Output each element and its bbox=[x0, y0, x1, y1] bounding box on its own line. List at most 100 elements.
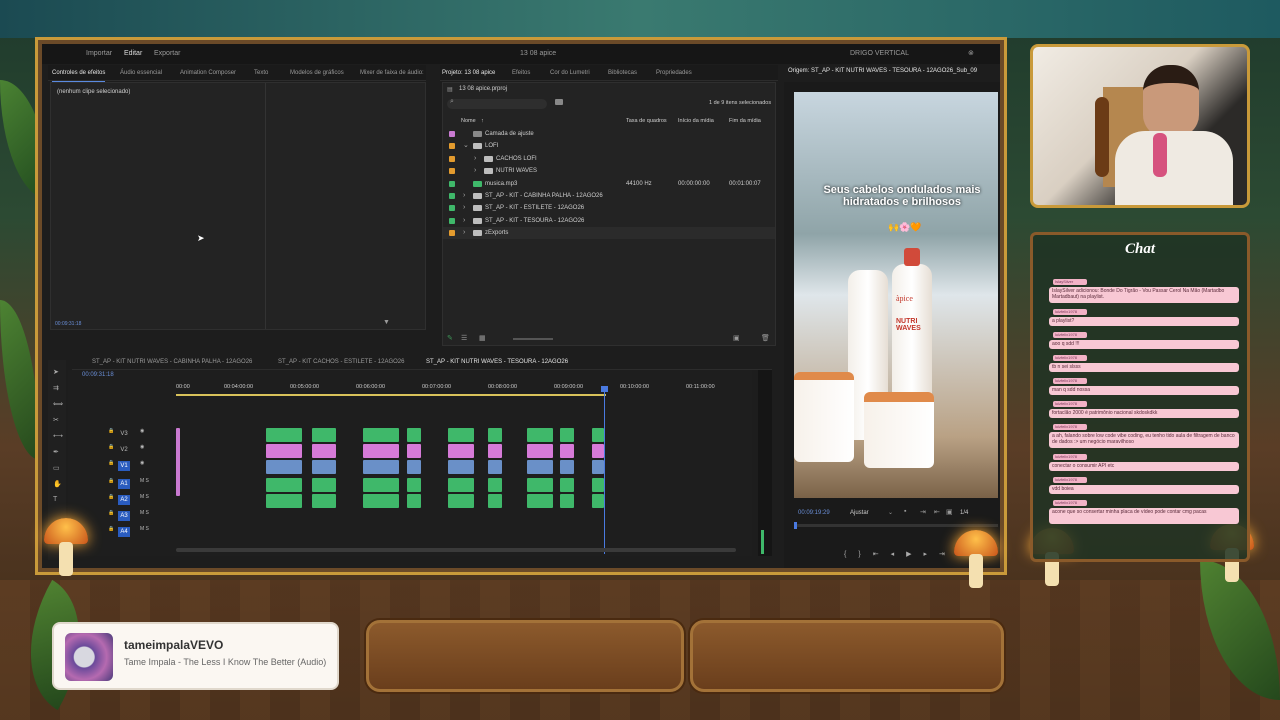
resolution-fraction[interactable]: 1/4 bbox=[960, 510, 968, 516]
eye-icon[interactable]: ◉ bbox=[140, 428, 144, 434]
track-select-icon[interactable]: ⇉ bbox=[53, 384, 59, 392]
timeline-clip[interactable] bbox=[488, 444, 502, 458]
timeline-clip[interactable] bbox=[266, 444, 302, 458]
timeline-clip[interactable] bbox=[312, 428, 336, 442]
lock-icon[interactable]: 🔒 bbox=[108, 478, 114, 484]
mark-out-icon[interactable]: } bbox=[858, 551, 872, 558]
timeline-clip[interactable] bbox=[448, 478, 474, 492]
frame-back-icon[interactable]: ◂ bbox=[891, 551, 907, 558]
timeline-clip[interactable] bbox=[560, 460, 574, 474]
project-item[interactable]: Camada de ajuste bbox=[443, 128, 775, 140]
new-bin-icon[interactable] bbox=[555, 99, 563, 105]
eye-icon[interactable]: ◉ bbox=[140, 444, 144, 450]
lock-icon[interactable]: 🔒 bbox=[108, 428, 114, 434]
track-header-v3[interactable]: 🔒 V3 ◉ bbox=[68, 428, 176, 442]
wrench-icon[interactable]: ▪ bbox=[904, 508, 906, 515]
tab-animation-composer[interactable]: Animation Composer bbox=[180, 65, 236, 81]
zoom-slider[interactable] bbox=[513, 338, 553, 340]
source-scrubber[interactable] bbox=[794, 524, 998, 527]
tab-sequence-palha[interactable]: ST_AP - KIT NUTRI WAVES - CABINHA PALHA … bbox=[92, 354, 262, 370]
step-back-icon[interactable]: ⇤ bbox=[873, 551, 891, 558]
ripple-edit-icon[interactable]: ⟺ bbox=[53, 400, 63, 408]
tab-essential-audio[interactable]: Áudio essencial bbox=[120, 65, 162, 81]
timeline-clip[interactable] bbox=[363, 444, 399, 458]
tab-audio-mixer[interactable]: Mixer de faixa de áudio: ST_AP... bbox=[360, 65, 424, 81]
insert-icon[interactable]: ⇥ bbox=[920, 508, 926, 516]
project-item[interactable]: › CACHOS LOFI bbox=[443, 153, 775, 165]
timeline-clip[interactable] bbox=[266, 428, 302, 442]
play-icon[interactable]: ▶ bbox=[906, 551, 923, 558]
icon-view-icon[interactable]: ▦ bbox=[479, 333, 486, 345]
timeline-clip[interactable] bbox=[363, 428, 399, 442]
track-label[interactable]: A4 bbox=[118, 527, 130, 537]
chevron-right-icon[interactable]: › bbox=[463, 190, 465, 202]
filter-icon[interactable]: ▼ bbox=[383, 319, 390, 326]
timeline-clip[interactable] bbox=[312, 460, 336, 474]
timeline-scrollbar[interactable] bbox=[176, 548, 736, 552]
search-input[interactable] bbox=[447, 99, 547, 109]
label-color-swatch[interactable] bbox=[449, 217, 455, 224]
frame-forward-icon[interactable]: ▸ bbox=[923, 551, 939, 558]
playhead-marker[interactable] bbox=[794, 522, 797, 529]
lock-icon[interactable]: 🔒 bbox=[108, 510, 114, 516]
label-color-swatch[interactable] bbox=[449, 180, 455, 187]
menu-edit[interactable]: Editar bbox=[124, 44, 142, 64]
timeline-clip[interactable] bbox=[363, 478, 399, 492]
label-color-swatch[interactable] bbox=[449, 168, 455, 175]
track-label[interactable]: A3 bbox=[118, 511, 130, 521]
pencil-icon[interactable]: ✎ bbox=[447, 333, 453, 345]
col-frame-rate[interactable]: Taxa de quadros bbox=[626, 115, 667, 127]
chevron-right-icon[interactable]: › bbox=[474, 153, 476, 165]
timeline-clip[interactable] bbox=[560, 444, 574, 458]
lock-icon[interactable]: 🔒 bbox=[108, 526, 114, 532]
timeline-clip[interactable] bbox=[448, 428, 474, 442]
mark-in-icon[interactable]: { bbox=[844, 551, 858, 558]
trash-icon[interactable]: 🗑 bbox=[761, 333, 770, 345]
playhead-handle[interactable] bbox=[601, 386, 608, 392]
project-item[interactable]: › ST_AP - KIT - TESOURA - 12AGO26 bbox=[443, 215, 775, 227]
chevron-right-icon[interactable]: › bbox=[463, 202, 465, 214]
timeline-clip[interactable] bbox=[266, 494, 302, 508]
label-color-swatch[interactable] bbox=[449, 205, 455, 212]
col-media-end[interactable]: Fim da mídia bbox=[729, 115, 761, 127]
pen-tool-icon[interactable]: ✒ bbox=[53, 448, 59, 456]
tab-sequence-tesoura[interactable]: ST_AP - KIT NUTRI WAVES - TESOURA - 12AG… bbox=[426, 354, 569, 371]
label-color-swatch[interactable] bbox=[449, 155, 455, 162]
timeline-clip[interactable] bbox=[488, 478, 502, 492]
close-icon[interactable]: ⊗ bbox=[968, 44, 974, 64]
timeline-clip[interactable] bbox=[592, 444, 604, 458]
track-label[interactable]: V2 bbox=[118, 445, 130, 455]
mute-solo-icons[interactable]: M S bbox=[140, 510, 149, 516]
lock-icon[interactable]: 🔒 bbox=[108, 460, 114, 466]
timeline-clip[interactable] bbox=[312, 478, 336, 492]
timeline-clip[interactable] bbox=[527, 444, 553, 458]
chevron-right-icon[interactable]: › bbox=[463, 215, 465, 227]
project-item[interactable]: › ST_AP - KIT - CABINHA PALHA - 12AGO26 bbox=[443, 190, 775, 202]
tab-properties[interactable]: Propriedades bbox=[656, 65, 692, 81]
label-color-swatch[interactable] bbox=[449, 230, 455, 237]
timeline-clip[interactable] bbox=[448, 460, 474, 474]
menu-export[interactable]: Exportar bbox=[154, 44, 180, 64]
chevron-right-icon[interactable]: › bbox=[463, 227, 465, 239]
timeline-clip[interactable] bbox=[448, 494, 474, 508]
tab-sequence-estilete[interactable]: ST_AP - KIT CACHOS - ESTILETE - 12AGO26 bbox=[278, 354, 408, 370]
eye-icon[interactable]: ◉ bbox=[140, 460, 144, 466]
timeline-clip[interactable] bbox=[312, 494, 336, 508]
menu-import[interactable]: Importar bbox=[86, 44, 112, 64]
tab-lumetri[interactable]: Cor do Lumetri bbox=[550, 65, 590, 81]
type-tool-icon[interactable]: T bbox=[53, 496, 57, 503]
track-label[interactable]: A2 bbox=[118, 495, 130, 505]
timeline-clip[interactable] bbox=[176, 428, 180, 496]
label-color-swatch[interactable] bbox=[449, 131, 455, 137]
chevron-down-icon[interactable]: ⌄ bbox=[463, 140, 469, 152]
project-item[interactable]: › zExports bbox=[443, 227, 775, 240]
timeline-clip[interactable] bbox=[592, 494, 604, 508]
lock-icon[interactable]: 🔒 bbox=[108, 444, 114, 450]
timeline-clip[interactable] bbox=[312, 444, 336, 458]
label-color-swatch[interactable] bbox=[449, 193, 455, 199]
label-color-swatch[interactable] bbox=[449, 143, 455, 150]
track-header-a2[interactable]: 🔒 A2 M S bbox=[68, 494, 176, 508]
timeline-clip[interactable] bbox=[592, 460, 604, 474]
project-item[interactable]: musica.mp3 44100 Hz 00:00:00:00 00:01:00:07 bbox=[443, 178, 775, 190]
timeline-clip[interactable] bbox=[448, 444, 474, 458]
